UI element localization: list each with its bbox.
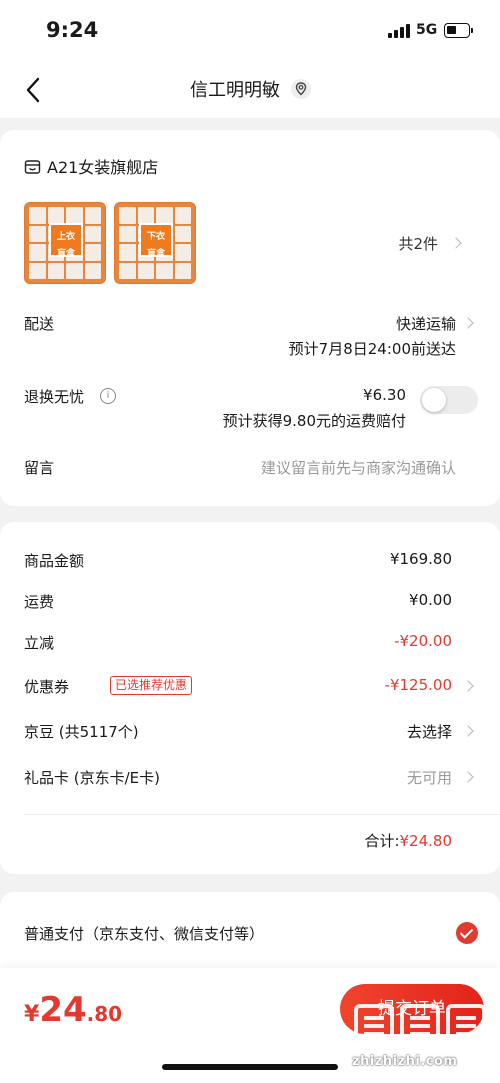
- delivery-label: 配送: [24, 315, 55, 333]
- message-label: 留言: [24, 459, 55, 477]
- shop-icon: [24, 159, 41, 174]
- chevron-right-icon: [464, 725, 472, 739]
- coupon-badge: 已选推荐优惠: [110, 676, 193, 695]
- network-label: 5G: [416, 22, 438, 38]
- subtotal-label: 合计:: [364, 832, 400, 850]
- cost-summary-card: [0, 522, 500, 874]
- chevron-right-icon: [464, 680, 472, 694]
- home-indicator: [162, 1064, 338, 1070]
- discount-label: 立减: [24, 634, 55, 652]
- battery-icon: [444, 23, 473, 38]
- discount-value: -¥20.00: [394, 632, 452, 650]
- order-total: ¥24.80: [24, 990, 123, 1030]
- divider: [24, 814, 500, 815]
- coupon-value[interactable]: -¥125.00: [385, 676, 452, 694]
- return-insurance-label: 退换无忧: [24, 388, 85, 406]
- status-bar: 9:24 5G: [0, 0, 500, 62]
- subtotal: 合计:¥24.80: [364, 830, 452, 851]
- message-input[interactable]: 建议留言前先与商家沟通确认: [261, 457, 456, 478]
- location-pin-icon[interactable]: [290, 78, 312, 100]
- info-icon[interactable]: i: [100, 388, 116, 404]
- shop-header[interactable]: A21女装旗舰店: [24, 154, 158, 178]
- shipping-value: ¥0.00: [409, 591, 452, 609]
- checkmark-icon[interactable]: [456, 922, 478, 944]
- product-thumbnail[interactable]: 下衣 盲盒: [114, 202, 196, 284]
- watermark-text: zhizhizhi.com: [352, 1054, 458, 1069]
- return-insurance-note: 预计获得9.80元的运费赔付: [222, 412, 406, 430]
- product-thumbnail[interactable]: 上衣 盲盒: [24, 202, 106, 284]
- coupon-label: 优惠券: [24, 678, 70, 696]
- chevron-right-icon: [452, 237, 460, 251]
- chevron-right-icon: [464, 771, 472, 785]
- jingdou-select[interactable]: 去选择: [407, 721, 452, 742]
- delivery-eta: 预计7月8日24:00前送达: [288, 340, 456, 358]
- giftcard-label: 礼品卡 (京东卡/E卡): [24, 769, 161, 787]
- chevron-right-icon: [464, 317, 472, 331]
- payment-option-label[interactable]: 普通支付（京东支付、微信支付等）: [24, 923, 264, 944]
- goods-amount-label: 商品金额: [24, 552, 85, 570]
- jingdou-label: 京豆 (共5117个): [24, 723, 139, 741]
- page-title: 信工明明敏: [190, 80, 280, 101]
- subtotal-value: ¥24.80: [399, 832, 453, 850]
- shop-name: A21女装旗舰店: [47, 158, 159, 177]
- giftcard-value[interactable]: 无可用: [407, 767, 452, 788]
- return-insurance-price: ¥6.30: [363, 386, 406, 404]
- return-insurance-toggle[interactable]: [420, 386, 478, 414]
- nav-bar: 信工明明敏: [0, 62, 500, 118]
- shipping-label: 运费: [24, 593, 55, 611]
- goods-amount-value: ¥169.80: [389, 550, 452, 568]
- signal-icon: [388, 24, 410, 38]
- status-time: 9:24: [46, 18, 99, 42]
- item-count[interactable]: 共2件: [398, 233, 438, 254]
- watermark-logo-icon: [354, 1004, 486, 1048]
- delivery-method[interactable]: 快递运输: [396, 313, 456, 334]
